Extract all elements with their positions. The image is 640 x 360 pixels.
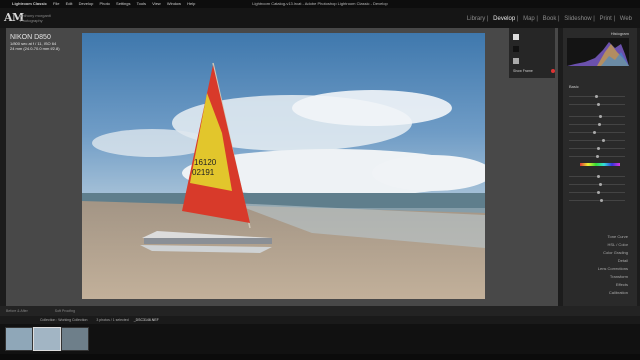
module-map[interactable]: Map [523, 16, 535, 22]
section-color-grading[interactable]: Color Grading [603, 250, 628, 255]
develop-right-panel: Histogram [563, 28, 637, 306]
photo-count: 3 photos / 1 selected [96, 318, 129, 322]
color-bar [580, 163, 620, 166]
histogram-header[interactable]: Histogram [611, 31, 629, 36]
exposure-slider[interactable] [569, 115, 625, 118]
module-print[interactable]: Print [600, 16, 612, 22]
texture-slider[interactable] [569, 175, 625, 178]
section-transform[interactable]: Transform [610, 274, 628, 279]
clarity-slider[interactable] [569, 183, 625, 186]
histogram [567, 38, 629, 66]
basic-panel-header[interactable]: Basic [569, 84, 579, 89]
bottom-edge [0, 354, 640, 360]
identity-subtitle: anthony morganti Photography [20, 13, 51, 23]
section-hsl-color[interactable]: HSL / Color [607, 242, 628, 247]
module-develop[interactable]: Develop [493, 16, 515, 22]
dehaze-slider[interactable] [569, 191, 625, 194]
filmstrip-header: Collection : Working Collection 3 photos… [0, 316, 640, 324]
before-after-label[interactable]: Before & After [6, 309, 28, 313]
filmstrip-thumbnail[interactable] [61, 327, 89, 351]
contrast-slider[interactable] [569, 123, 625, 126]
thumbnail-icon [513, 34, 519, 40]
beach-sailboat-image: 16120 02191 [82, 33, 485, 299]
histogram-graph [567, 42, 629, 66]
photo-info-overlay: NIKON D850 1/800 sec at f / 11, ISO 64 2… [10, 34, 60, 51]
lens-info: 24 mm (24.0-70.0 mm f/2.8) [10, 46, 60, 51]
section-calibration[interactable]: Calibration [609, 290, 628, 295]
snapshots-panel: Show Frame [509, 28, 555, 78]
window-title: Lightroom Catalog-v13.lrcat - Adobe Phot… [252, 1, 388, 6]
show-frame-label[interactable]: Show Frame [513, 69, 533, 73]
module-web[interactable]: Web [620, 16, 632, 22]
toolbar: Before & After Soft Proofing [0, 306, 640, 316]
filmstrip-thumbnail[interactable] [5, 327, 33, 351]
camera-model: NIKON D850 [10, 34, 51, 41]
module-book[interactable]: Book [543, 16, 557, 22]
whites-slider[interactable] [569, 147, 625, 150]
section-effects[interactable]: Effects [616, 282, 628, 287]
blacks-slider[interactable] [569, 155, 625, 158]
photo-preview[interactable]: 16120 02191 [82, 33, 485, 299]
identity-tagline: Photography [20, 18, 43, 23]
shadows-slider[interactable] [569, 139, 625, 142]
tint-slider[interactable] [569, 103, 625, 106]
filmstrip-thumbnail-selected[interactable] [33, 327, 61, 351]
vibrance-slider[interactable] [569, 199, 625, 202]
collection-label[interactable]: Collection : Working Collection [40, 318, 87, 322]
section-detail[interactable]: Detail [618, 258, 628, 263]
module-library[interactable]: Library [467, 16, 485, 22]
svg-text:16120: 16120 [194, 158, 217, 167]
highlights-slider[interactable] [569, 131, 625, 134]
temp-slider[interactable] [569, 95, 625, 98]
module-slideshow[interactable]: Slideshow [564, 16, 591, 22]
record-dot-icon [551, 69, 555, 73]
soft-proofing-label[interactable]: Soft Proofing [55, 309, 75, 313]
section-lens-corrections[interactable]: Lens Corrections [598, 266, 628, 271]
filmstrip [0, 324, 640, 354]
module-picker: Library | Develop | Map | Book | Slidesh… [466, 16, 632, 22]
section-tone-curve[interactable]: Tone Curve [608, 234, 628, 239]
thumbnail-icon [513, 46, 519, 52]
svg-text:02191: 02191 [192, 168, 215, 177]
filename: _DSC3146.NEF [133, 318, 159, 322]
thumbnail-icon [513, 58, 519, 64]
